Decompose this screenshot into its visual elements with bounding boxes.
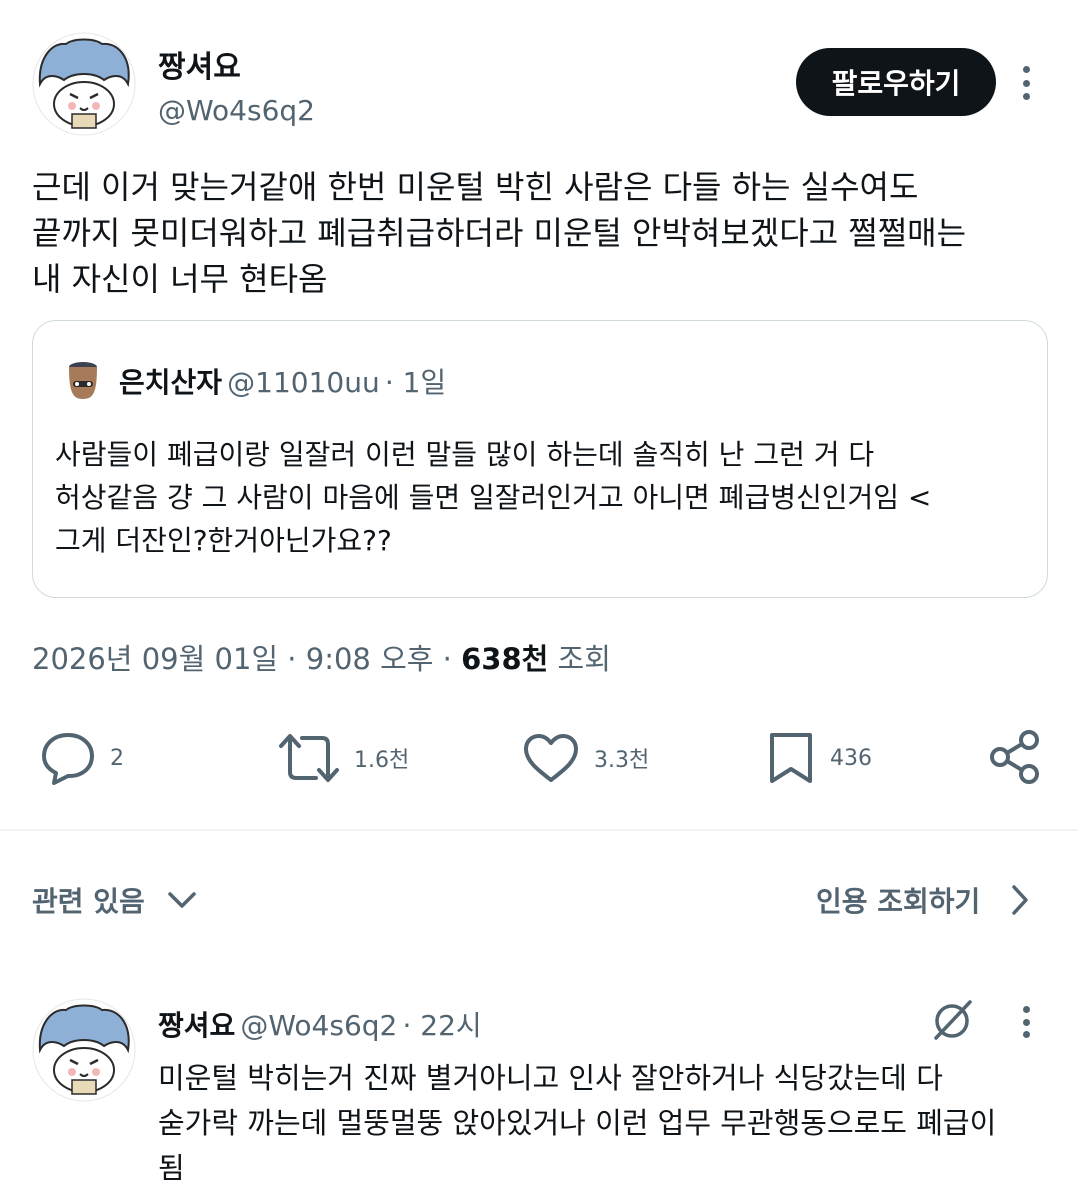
author-avatar[interactable] [32, 32, 136, 136]
reply-author-handle[interactable]: @Wo4s6q2 [240, 1009, 397, 1042]
reply-text: 미운털 박히는거 진짜 별거아니고 인사 잘안하거나 식당갔는데 다 숟가락 까… [158, 1061, 997, 1185]
view-quotes-label: 인용 조회하기 [816, 885, 981, 918]
views-label: 조회 [557, 642, 611, 676]
grok-icon[interactable] [930, 998, 974, 1042]
follow-button[interactable]: 팔로우하기 [796, 48, 996, 116]
heart-icon [524, 734, 578, 782]
quote-author-avatar [59, 355, 107, 403]
author-name[interactable]: 짱셔요 [158, 42, 241, 86]
tweet-meta: 2026년 09월 01일 · 9:08 오후 · 638천 조회 [32, 636, 611, 678]
cup-avatar-icon [60, 356, 106, 402]
tweet-text: 근데 이거 맞는거같애 한번 미운털 박힌 사람은 다들 하는 실수여도 끝까지… [32, 168, 967, 298]
timestamp[interactable]: 2026년 09월 01일 · 9:08 오후 [32, 642, 433, 676]
bookmark-button[interactable]: 436 [766, 730, 872, 786]
related-label: 관련 있음 [32, 885, 145, 918]
retweet-button[interactable]: 1.6천 [278, 730, 409, 786]
share-button[interactable] [988, 728, 1042, 786]
bookmark-icon [770, 733, 812, 783]
retweet-icon [279, 734, 339, 782]
retweet-count: 1.6천 [354, 748, 410, 773]
quoted-tweet[interactable]: 은치산자 @11010uu · 1일 사람들이 폐급이랑 일잘러 이런 말들 많… [32, 320, 1048, 598]
chevron-down-icon [168, 892, 196, 908]
share-icon [990, 730, 1039, 784]
like-button[interactable]: 3.3천 [522, 730, 649, 786]
reply-more-options-icon[interactable] [1016, 1006, 1036, 1038]
cat-avatar-icon [32, 998, 136, 1102]
author-handle[interactable]: @Wo4s6q2 [158, 94, 315, 127]
related-toggle[interactable]: 관련 있음 [32, 880, 197, 920]
reply-author-avatar[interactable] [32, 998, 136, 1102]
views-count: 638천 [461, 642, 549, 676]
reply-icon [42, 733, 94, 785]
reply-button[interactable]: 2 [40, 730, 124, 786]
meta-dot: · [442, 642, 452, 676]
more-options-icon[interactable] [1016, 66, 1036, 100]
reply-time[interactable]: · 22시 [402, 1009, 481, 1042]
quote-author-name: 은치산자 [119, 366, 223, 399]
view-quotes-button[interactable]: 인용 조회하기 [816, 880, 1030, 920]
quote-time: · 1일 [384, 366, 447, 399]
like-count: 3.3천 [594, 748, 650, 773]
reply-author-name[interactable]: 짱셔요 [158, 1009, 235, 1042]
bookmark-count: 436 [830, 745, 872, 771]
reply-count: 2 [110, 745, 124, 771]
quote-text: 사람들이 폐급이랑 일잘러 이런 말들 많이 하는데 솔직히 난 그런 거 다 … [55, 438, 932, 557]
cat-avatar-icon [32, 32, 136, 136]
section-divider [0, 829, 1078, 831]
quote-author-handle: @11010uu [227, 366, 380, 399]
chevron-right-icon [1012, 885, 1029, 915]
